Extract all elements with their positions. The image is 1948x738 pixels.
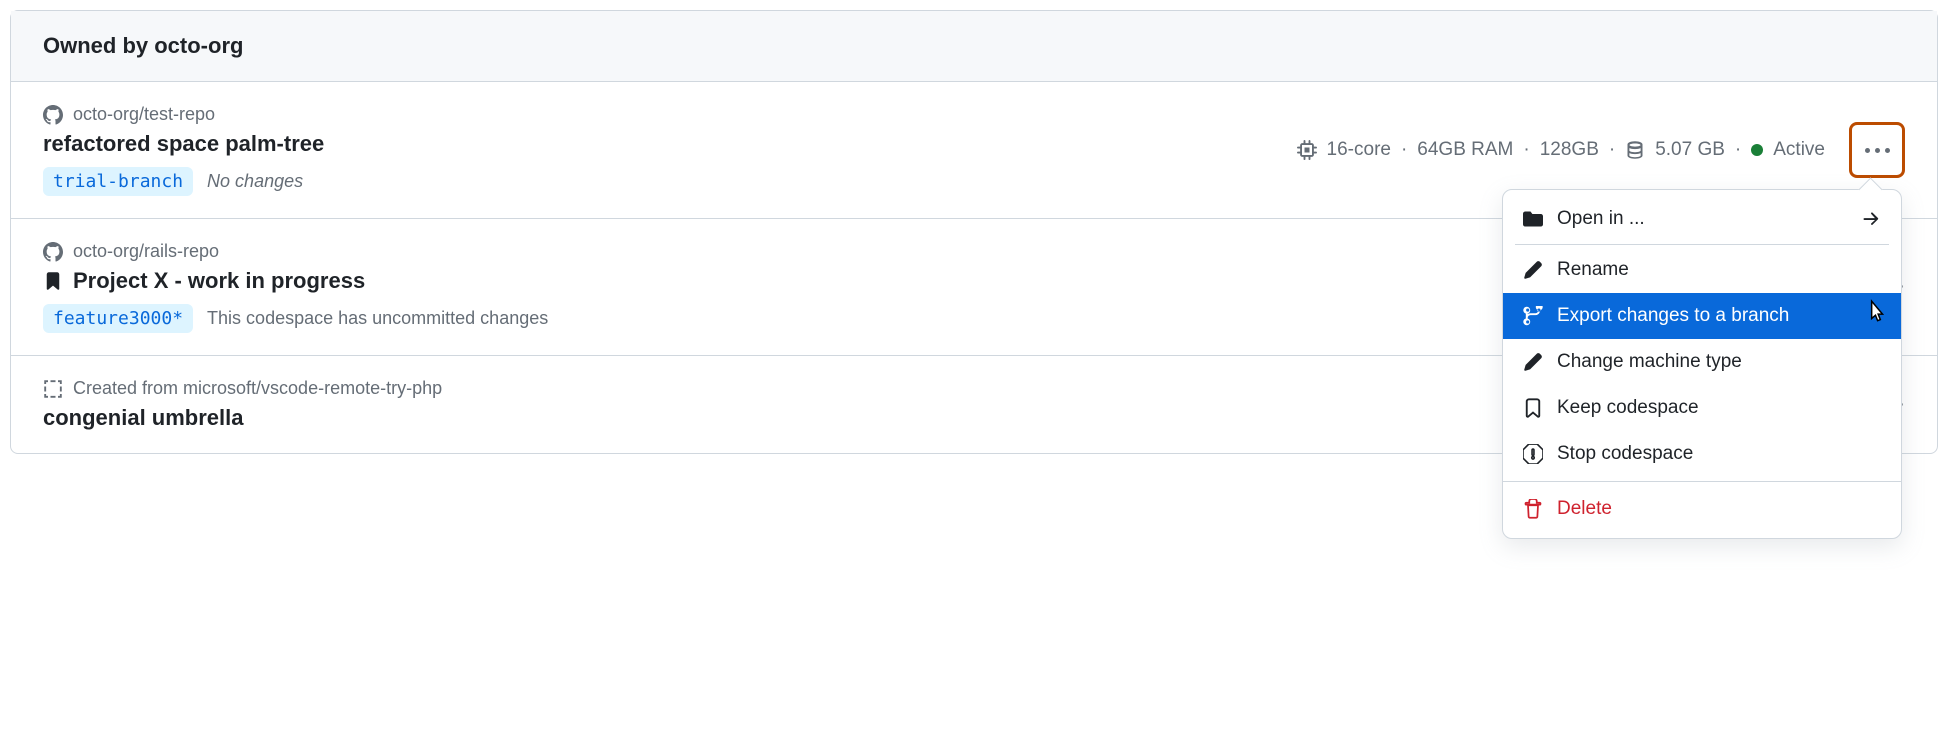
changes-text: No changes [207,171,303,192]
branch-pill[interactable]: trial-branch [43,167,193,196]
machine-spec: 16-core [1327,139,1391,161]
github-icon [43,242,63,262]
kebab-icon [1865,148,1890,153]
codespace-row: octo-org/test-repo refactored space palm… [11,82,1937,219]
menu-rename[interactable]: Rename [1503,247,1901,293]
menu-export-branch[interactable]: Export changes to a branch [1503,293,1901,339]
menu-keep[interactable]: Keep codespace [1503,385,1901,431]
pencil-icon [1523,352,1543,372]
database-icon [1625,140,1645,160]
menu-open-in[interactable]: Open in ... [1503,196,1901,242]
storage-spec: 5.07 GB [1655,139,1725,161]
repo-name: Created from microsoft/vscode-remote-try… [73,378,442,399]
stop-icon [1523,444,1543,464]
template-icon [43,379,63,399]
branch-pill[interactable]: feature3000* [43,304,193,333]
menu-change-machine[interactable]: Change machine type [1503,339,1901,385]
github-icon [43,105,63,125]
pencil-icon [1523,260,1543,280]
status-text: Active [1773,139,1825,161]
arrow-right-icon [1861,209,1881,229]
panel-header: Owned by octo-org [11,11,1937,82]
cursor-icon [1865,299,1887,331]
disk-spec: 128GB [1540,139,1599,161]
cpu-icon [1297,140,1317,160]
codespace-name[interactable]: congenial umbrella [43,405,244,431]
changes-text: This codespace has uncommitted changes [207,308,548,329]
codespace-name[interactable]: refactored space palm-tree [43,131,324,157]
repo-name[interactable]: octo-org/rails-repo [73,241,219,262]
ram-spec: 64GB RAM [1417,139,1513,161]
menu-stop[interactable]: Stop codespace [1503,431,1901,477]
trash-icon [1523,499,1543,519]
action-menu: Open in ... Rename Export changes to a b… [1502,189,1902,539]
codespace-name[interactable]: Project X - work in progress [73,268,365,294]
git-branch-icon [1523,306,1543,326]
repo-name[interactable]: octo-org/test-repo [73,104,215,125]
bookmark-icon [1523,398,1543,418]
folder-icon [1523,209,1543,229]
status-dot [1751,144,1763,156]
kebab-menu-button[interactable]: Open in ... Rename Export changes to a b… [1849,122,1905,178]
menu-delete[interactable]: Delete [1503,486,1901,532]
bookmark-icon [43,271,63,291]
codespaces-panel: Owned by octo-org octo-org/test-repo ref… [10,10,1938,454]
